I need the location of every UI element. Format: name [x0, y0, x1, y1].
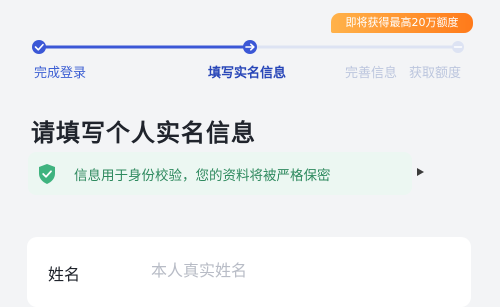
step-todo-dot: [452, 41, 464, 53]
name-field-label: 姓名: [48, 265, 81, 284]
privacy-notice[interactable]: 信息用于身份校验，您的资料将被严格保密: [28, 152, 424, 195]
page-title: 请填写个人实名信息: [31, 119, 256, 147]
form-card: 姓名: [27, 237, 471, 307]
step-label-get-quota: 获取额度: [409, 66, 462, 81]
step-label-complete-info: 完善信息: [345, 66, 398, 81]
step-label-realname: 填写实名信息: [208, 66, 287, 81]
step-current-dot: [243, 40, 257, 54]
shield-check-icon: [39, 164, 55, 184]
privacy-notice-text: 信息用于身份校验，您的资料将被严格保密: [74, 168, 331, 184]
step-done-dot: [32, 40, 46, 54]
step-label-login: 完成登录: [34, 66, 87, 81]
play-triangle-icon[interactable]: [417, 168, 424, 176]
progress-stepper: [32, 40, 464, 54]
name-field[interactable]: [151, 257, 441, 283]
